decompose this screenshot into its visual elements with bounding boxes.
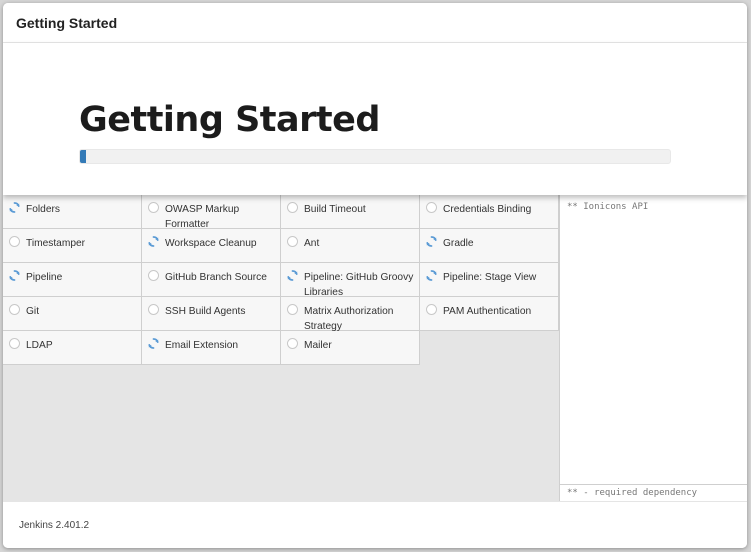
plugin-label: Email Extension [165,340,239,351]
installing-spinner-icon [286,269,298,281]
plugin-label: PAM Authentication [443,306,532,317]
plugin-label: Folders [26,204,60,215]
plugin-label: Matrix Authorization Strategy [304,306,394,332]
plugin-label: LDAP [26,340,53,351]
plugin-item[interactable]: Pipeline: Stage View [420,263,559,297]
pending-circle-icon [426,202,437,213]
pending-circle-icon [287,304,298,315]
plugin-item[interactable]: Git [3,297,142,331]
plugin-label: Workspace Cleanup [165,238,257,249]
pending-circle-icon [426,304,437,315]
pending-circle-icon [9,338,20,349]
plugin-item[interactable]: LDAP [3,331,142,365]
pending-circle-icon [148,304,159,315]
pending-circle-icon [9,236,20,247]
dialog-title: Getting Started [16,15,118,31]
plugin-item[interactable]: Workspace Cleanup [142,229,281,263]
pending-circle-icon [148,202,159,213]
dependency-legend: ** - required dependency [560,484,747,501]
pending-circle-icon [287,338,298,349]
installing-spinner-icon [147,235,159,247]
dependency-legend-text: ** - required dependency [567,488,698,498]
jenkins-version: Jenkins 2.401.2 [19,520,90,531]
pending-circle-icon [9,304,20,315]
plugin-item[interactable]: Build Timeout [281,195,420,229]
plugin-item[interactable]: Matrix Authorization Strategy [281,297,420,332]
plugin-item[interactable]: OWASP Markup Formatter [142,195,281,230]
plugin-label: Pipeline [26,272,63,283]
plugin-label: GitHub Branch Source [165,272,267,283]
plugin-label: Credentials Binding [443,204,532,215]
installing-spinner-icon [8,269,20,281]
plugin-item[interactable]: Gradle [420,229,559,263]
plugin-item[interactable]: GitHub Branch Source [142,263,281,297]
setup-wizard-dialog: Getting Started Getting Started Folders O… [3,3,747,548]
plugin-item[interactable]: Timestamper [3,229,142,263]
plugin-label: Git [26,306,40,317]
plugin-item[interactable]: Folders [3,195,142,229]
installing-spinner-icon [425,269,437,281]
plugin-label: Mailer [304,340,332,351]
plugin-label: Pipeline: Stage View [443,272,537,283]
pending-circle-icon [287,202,298,213]
plugin-item[interactable]: Credentials Binding [420,195,559,229]
plugin-item[interactable]: Ant [281,229,420,263]
installing-spinner-icon [425,235,437,247]
plugin-label: SSH Build Agents [165,306,246,317]
plugin-item[interactable]: PAM Authentication [420,297,559,331]
plugin-label: Build Timeout [304,204,366,215]
install-progress-bar [79,149,671,164]
installing-spinner-icon [8,201,20,213]
plugin-item[interactable]: Email Extension [142,331,281,365]
dialog-header: Getting Started [3,3,747,43]
dependency-log[interactable]: ** Ionicons API ** - required dependency [559,195,747,501]
plugin-item[interactable]: Pipeline: GitHub Groovy Libraries [281,263,420,298]
plugin-label: Gradle [443,238,474,249]
page-title: Getting Started [79,100,380,140]
plugin-item[interactable]: Pipeline [3,263,142,297]
pending-circle-icon [287,236,298,247]
installing-spinner-icon [147,337,159,349]
plugin-label: OWASP Markup Formatter [165,204,240,230]
dialog-footer: Jenkins 2.401.2 [3,501,747,548]
plugin-label: Pipeline: GitHub Groovy Libraries [304,272,414,298]
install-body: Folders OWASP Markup Formatter Build Timeo… [3,195,747,501]
install-progress-fill [80,150,86,163]
plugin-label: Timestamper [26,238,86,249]
plugin-item[interactable]: Mailer [281,331,420,365]
dependency-log-text: ** Ionicons API [567,202,649,212]
progress-banner: Getting Started [3,43,747,195]
pending-circle-icon [148,270,159,281]
plugin-grid: Folders OWASP Markup Formatter Build Timeo… [3,195,559,501]
plugin-label: Ant [304,238,320,249]
plugin-item[interactable]: SSH Build Agents [142,297,281,331]
